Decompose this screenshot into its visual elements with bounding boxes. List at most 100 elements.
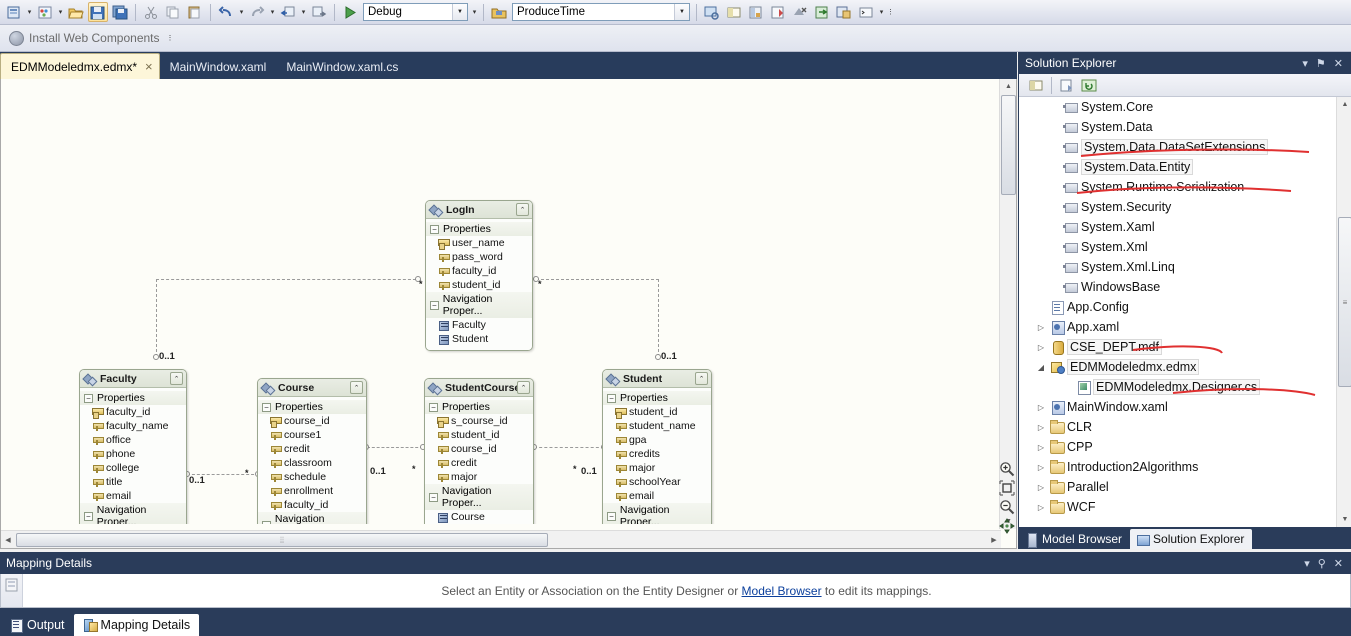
tree-item-system-runtime-serialization[interactable]: System.Runtime.Serialization — [1019, 177, 1351, 197]
property-row[interactable]: faculty_id — [258, 498, 366, 512]
expander-icon[interactable]: − — [429, 402, 438, 412]
tab-edmmodeledmx-edmx[interactable]: EDMModeledmx.edmx* × — [0, 53, 160, 79]
entity-studentcourse-header[interactable]: StudentCourse ⌃ — [425, 379, 533, 397]
property-row[interactable]: credits — [603, 447, 711, 461]
tree-item-app-xaml[interactable]: ▷ App.xaml — [1019, 317, 1351, 337]
property-row[interactable]: s_course_id — [425, 414, 533, 428]
expander-icon[interactable]: − — [607, 393, 616, 403]
designer-hscroll-thumb[interactable]: ⦙⦙ — [16, 533, 548, 547]
expander-icon[interactable]: − — [607, 511, 616, 521]
section-properties[interactable]: − Properties — [80, 391, 186, 405]
tab-solution-explorer[interactable]: Solution Explorer — [1130, 529, 1253, 549]
property-row[interactable]: classroom — [258, 456, 366, 470]
entity-studentcourse[interactable]: StudentCourse ⌃ − Properties s_course_id… — [424, 378, 534, 524]
property-row[interactable]: student_id — [603, 405, 711, 419]
property-row[interactable]: email — [603, 489, 711, 503]
property-row[interactable]: faculty_name — [80, 419, 186, 433]
new-project-button[interactable] — [4, 2, 24, 22]
property-row[interactable]: title — [80, 475, 186, 489]
tree-item-system-data-entity[interactable]: System.Data.Entity — [1019, 157, 1351, 177]
twisty-icon[interactable]: ▷ — [1033, 423, 1049, 432]
tree-item-parallel[interactable]: ▷ Parallel — [1019, 477, 1351, 497]
cut-button[interactable] — [141, 2, 161, 22]
add-new-item-dropdown[interactable]: ▾ — [56, 2, 65, 22]
expander-icon[interactable]: − — [84, 511, 93, 521]
model-browser-link[interactable]: Model Browser — [742, 584, 822, 598]
tree-item-app-config[interactable]: App.Config — [1019, 297, 1351, 317]
solution-platform-combo[interactable]: ProduceTime ▼ — [512, 3, 690, 21]
navigation-row[interactable]: Student — [426, 332, 532, 346]
tree-item-system-data[interactable]: System.Data — [1019, 117, 1351, 137]
pin-icon[interactable]: ⚲ — [1318, 557, 1326, 570]
open-file-button[interactable] — [66, 2, 86, 22]
undo-button[interactable] — [216, 2, 236, 22]
start-debugging-button[interactable] — [340, 2, 360, 22]
twisty-icon[interactable]: ▷ — [1033, 483, 1049, 492]
new-project-dropdown[interactable]: ▾ — [25, 2, 34, 22]
section-navigation[interactable]: − Navigation Proper... — [258, 512, 366, 524]
property-row[interactable]: enrollment — [258, 484, 366, 498]
tree-item-mainwindow-xaml[interactable]: ▷ MainWindow.xaml — [1019, 397, 1351, 417]
section-navigation[interactable]: − Navigation Proper... — [80, 503, 186, 524]
secondary-toolbar-overflow[interactable]: ⋮ — [166, 28, 175, 48]
property-row[interactable]: office — [80, 433, 186, 447]
scroll-down-icon[interactable]: ▼ — [1337, 512, 1351, 527]
collapse-icon[interactable]: ⌃ — [170, 372, 183, 385]
chevron-down-icon-2[interactable]: ▼ — [674, 4, 689, 20]
property-row[interactable]: schoolYear — [603, 475, 711, 489]
tree-item-introduction2algorithms[interactable]: ▷ Introduction2Algorithms — [1019, 457, 1351, 477]
tree-item-clr[interactable]: ▷ CLR — [1019, 417, 1351, 437]
section-properties[interactable]: − Properties — [603, 391, 711, 405]
scroll-up-icon[interactable]: ▲ — [1337, 97, 1351, 112]
close-panel-icon[interactable]: ✕ — [1334, 57, 1343, 70]
show-all-files-button[interactable] — [1057, 75, 1077, 95]
expander-icon[interactable]: − — [84, 393, 93, 403]
designer-vscroll-thumb[interactable] — [1001, 95, 1016, 195]
tree-item-cpp[interactable]: ▷ CPP — [1019, 437, 1351, 457]
navigate-backward-button[interactable] — [278, 2, 298, 22]
collapse-icon[interactable]: ⌃ — [517, 381, 530, 394]
section-navigation[interactable]: − Navigation Proper... — [603, 503, 711, 524]
solution-platform-button[interactable] — [489, 2, 509, 22]
entity-student[interactable]: Student ⌃ − Properties student_id studen… — [602, 369, 712, 524]
property-row[interactable]: credit — [425, 456, 533, 470]
close-icon[interactable]: × — [145, 59, 153, 74]
zoom-in-button[interactable] — [998, 462, 1015, 479]
designer-horizontal-scrollbar[interactable]: ◀ ⦙⦙ ▶ — [1, 530, 1001, 548]
twisty-icon[interactable]: ▷ — [1033, 323, 1049, 332]
mapping-details-gutter[interactable] — [1, 574, 23, 607]
expander-icon[interactable]: − — [430, 300, 439, 310]
properties-window-button[interactable] — [724, 2, 744, 22]
command-window-button[interactable] — [856, 2, 876, 22]
tree-item-cse-dept-mdf[interactable]: ▷ CSE_DEPT.mdf — [1019, 337, 1351, 357]
section-properties[interactable]: − Properties — [426, 222, 532, 236]
property-row[interactable]: course1 — [258, 428, 366, 442]
properties-button[interactable] — [1026, 75, 1046, 95]
section-navigation[interactable]: − Navigation Proper... — [425, 484, 533, 510]
fit-to-window-button[interactable] — [998, 480, 1015, 498]
solution-configuration-extra-dropdown[interactable]: ▾ — [470, 2, 479, 22]
tree-item-system-xml[interactable]: System.Xml — [1019, 237, 1351, 257]
twisty-icon[interactable]: ▷ — [1033, 343, 1049, 352]
entity-course[interactable]: Course ⌃ − Properties course_id course1 … — [257, 378, 367, 524]
entity-course-header[interactable]: Course ⌃ — [258, 379, 366, 397]
tree-item-wcf[interactable]: ▷ WCF — [1019, 497, 1351, 517]
tab-model-browser[interactable]: Model Browser — [1019, 529, 1130, 549]
property-row[interactable]: major — [425, 470, 533, 484]
property-row[interactable]: faculty_id — [80, 405, 186, 419]
expander-icon[interactable]: − — [429, 492, 438, 502]
object-browser-button[interactable] — [746, 2, 766, 22]
install-web-components-button[interactable]: Install Web Components — [3, 27, 166, 49]
scroll-up-icon[interactable]: ▲ — [1000, 79, 1016, 94]
command-window-dropdown[interactable]: ▾ — [877, 2, 886, 22]
solution-explorer-tree[interactable]: System.Core System.Data System.Data.Data… — [1019, 97, 1351, 527]
section-properties[interactable]: − Properties — [258, 400, 366, 414]
tree-item-system-xaml[interactable]: System.Xaml — [1019, 217, 1351, 237]
property-row[interactable]: course_id — [425, 442, 533, 456]
collapse-icon[interactable]: ⌃ — [516, 203, 529, 216]
entity-faculty-header[interactable]: Faculty ⌃ — [80, 370, 186, 388]
property-row[interactable]: student_id — [425, 428, 533, 442]
twisty-icon[interactable]: ▷ — [1033, 443, 1049, 452]
property-row[interactable]: student_name — [603, 419, 711, 433]
solution-configuration-combo[interactable]: Debug ▼ — [363, 3, 468, 21]
